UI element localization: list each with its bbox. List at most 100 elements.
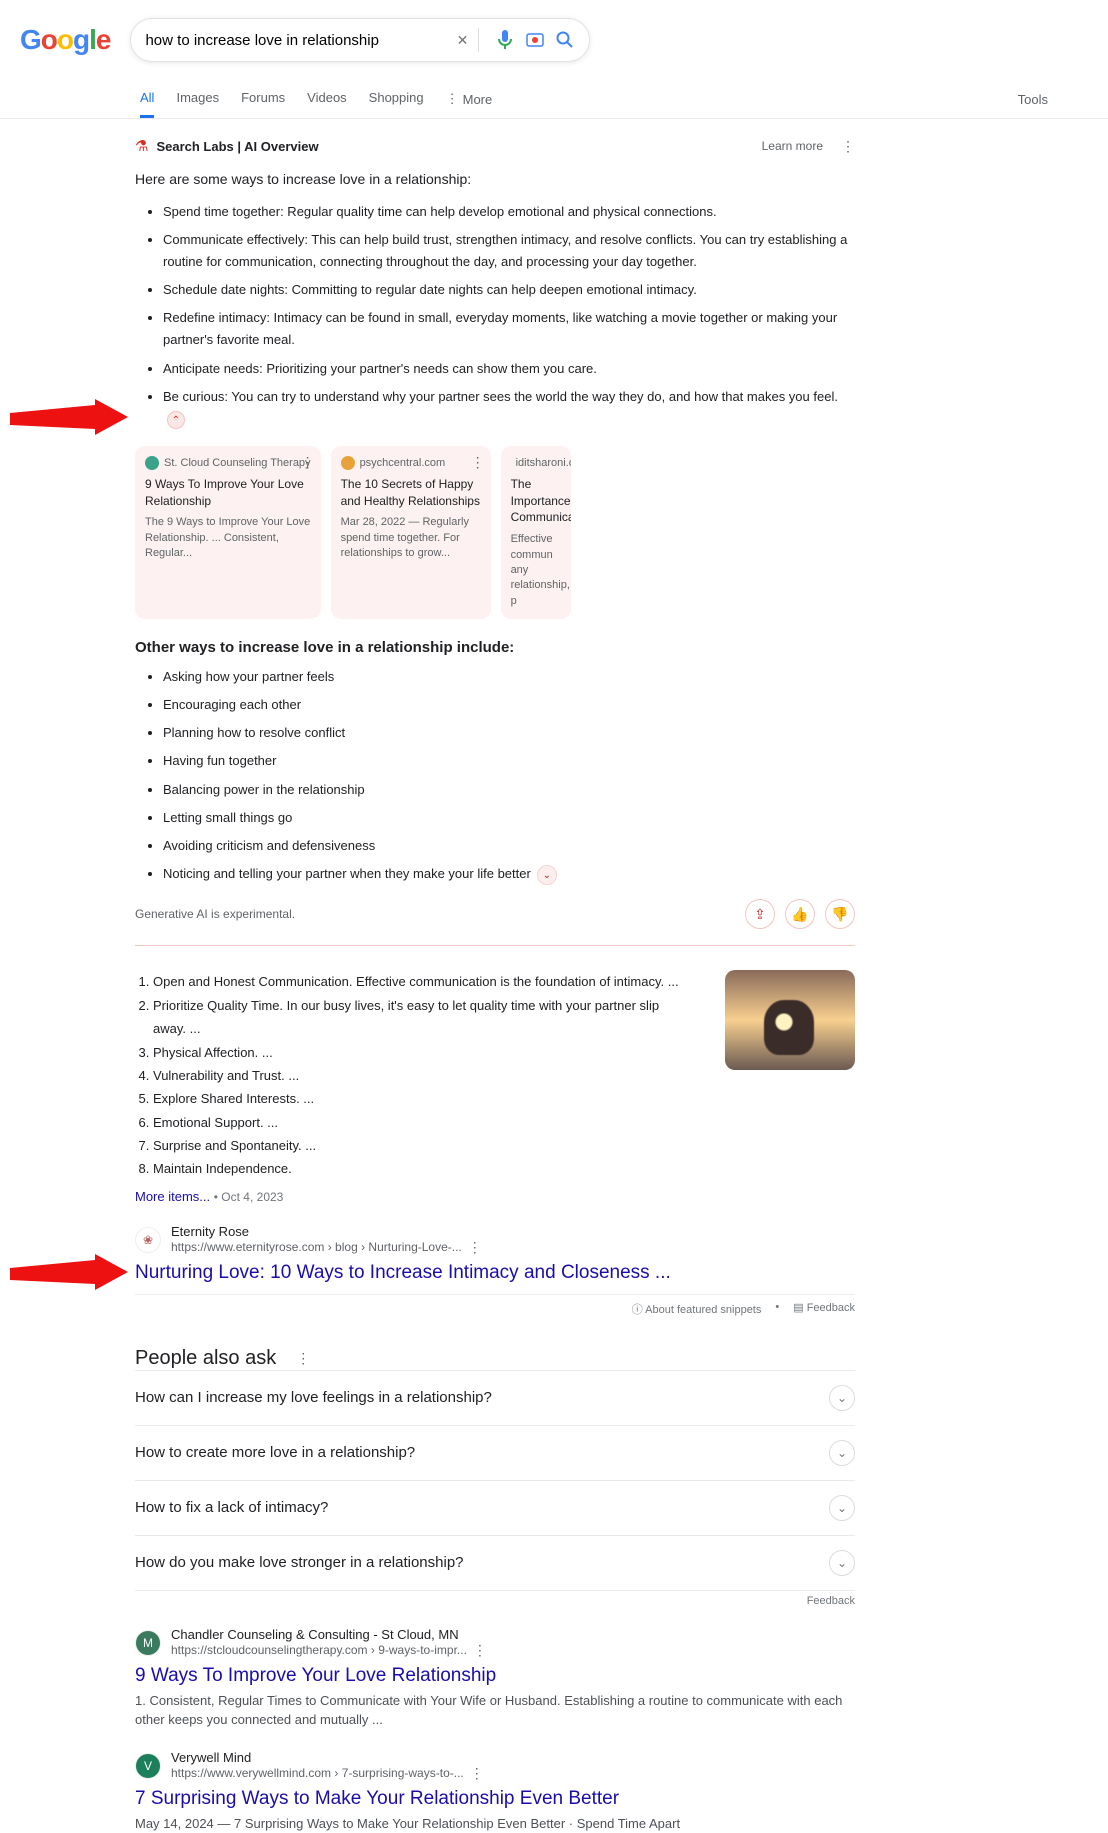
ai-intro: Here are some ways to increase love in a… xyxy=(135,171,855,187)
list-item: Prioritize Quality Time. In our busy liv… xyxy=(153,994,695,1041)
source-card[interactable]: ⋮ St. Cloud Counseling Therapy 9 Ways To… xyxy=(135,446,321,619)
ai-bullet: Communicate effectively: This can help b… xyxy=(163,229,855,273)
google-logo[interactable]: Google xyxy=(20,24,110,56)
learn-more-link[interactable]: Learn more xyxy=(762,139,823,153)
list-item: Emotional Support. ... xyxy=(153,1111,695,1134)
paa-question[interactable]: How do you make love stronger in a relat… xyxy=(135,1535,855,1591)
export-icon[interactable]: ⇪ xyxy=(745,899,775,929)
thumbs-up-icon[interactable]: 👍 xyxy=(785,899,815,929)
ai-subhead: Other ways to increase love in a relatio… xyxy=(135,639,855,656)
result-site-name: Verywell Mind xyxy=(171,1750,484,1765)
paa-feedback-link[interactable]: Feedback xyxy=(135,1595,855,1607)
featured-image[interactable] xyxy=(725,970,855,1070)
card-snippet: The 9 Ways to Improve Your Love Relation… xyxy=(145,515,311,561)
result-menu-icon[interactable]: ⋮ xyxy=(470,1765,484,1782)
feedback-link[interactable]: ▤ Feedback xyxy=(793,1301,855,1317)
source-cards: ⋮ St. Cloud Counseling Therapy 9 Ways To… xyxy=(135,446,855,619)
annotation-arrow xyxy=(0,1250,130,1300)
ai-bullet-list: Spend time together: Regular quality tim… xyxy=(135,201,855,430)
list-item: Vulnerability and Trust. ... xyxy=(153,1064,695,1087)
result-title-link[interactable]: 7 Surprising Ways to Make Your Relations… xyxy=(135,1788,855,1810)
search-box[interactable]: ✕ xyxy=(130,18,590,62)
ai-overview-label: Search Labs | AI Overview xyxy=(156,139,318,154)
tab-images[interactable]: Images xyxy=(176,80,219,118)
tab-shopping[interactable]: Shopping xyxy=(369,80,424,118)
result-url: https://www.verywellmind.com › 7-surpris… xyxy=(171,1766,464,1780)
paa-question[interactable]: How to create more love in a relationshi… xyxy=(135,1425,855,1480)
result-url: https://stcloudcounselingtherapy.com › 9… xyxy=(171,1643,467,1657)
more-items-link[interactable]: More items... xyxy=(135,1189,210,1204)
tools-button[interactable]: Tools xyxy=(1018,82,1048,117)
paa-question[interactable]: How to fix a lack of intimacy?⌄ xyxy=(135,1480,855,1535)
tab-more[interactable]: ⋮More xyxy=(446,80,493,118)
card-menu-icon[interactable]: ⋮ xyxy=(301,454,315,471)
mic-icon[interactable] xyxy=(495,30,515,50)
result-menu-icon[interactable]: ⋮ xyxy=(468,1239,482,1256)
tab-all[interactable]: All xyxy=(140,80,154,118)
card-title: The 10 Secrets of Happy and Healthy Rela… xyxy=(341,476,481,510)
chevron-down-icon: ⌄ xyxy=(829,1495,855,1521)
result-snippet: 1. Consistent, Regular Times to Communic… xyxy=(135,1691,855,1730)
result-favicon: V xyxy=(135,1753,161,1779)
about-snippets-link[interactable]: ⓘ About featured snippets xyxy=(632,1301,762,1317)
search-icon[interactable] xyxy=(555,30,575,50)
annotation-arrow xyxy=(0,395,130,445)
card-title: The Importance Communicati xyxy=(511,476,561,526)
paa-heading: People also ask xyxy=(135,1347,276,1370)
tab-forums[interactable]: Forums xyxy=(241,80,285,118)
result-site-name: Chandler Counseling & Consulting - St Cl… xyxy=(171,1627,487,1642)
clear-icon[interactable]: ✕ xyxy=(452,30,472,50)
list-item: Surprise and Spontaneity. ... xyxy=(153,1134,695,1157)
source-favicon xyxy=(341,456,355,470)
flask-icon: ⚗ xyxy=(135,137,148,155)
result-favicon: M xyxy=(135,1630,161,1656)
expand-icon[interactable]: ⌄ xyxy=(537,865,557,885)
source-card[interactable]: ⋮ psychcentral.com The 10 Secrets of Hap… xyxy=(331,446,491,619)
result-title-link[interactable]: 9 Ways To Improve Your Love Relationship xyxy=(135,1665,855,1687)
ai-bullet: Noticing and telling your partner when t… xyxy=(163,863,855,886)
ai-disclaimer: Generative AI is experimental. xyxy=(135,907,295,921)
search-input[interactable] xyxy=(145,32,442,49)
thumbs-down-icon[interactable]: 👎 xyxy=(825,899,855,929)
card-menu-icon[interactable]: ⋮ xyxy=(471,454,485,471)
featured-list: Open and Honest Communication. Effective… xyxy=(135,970,695,1181)
collapse-icon[interactable]: ⌃ xyxy=(167,411,185,429)
ai-menu-icon[interactable]: ⋮ xyxy=(841,138,855,155)
ai-bullet: Schedule date nights: Committing to regu… xyxy=(163,279,855,301)
chevron-down-icon: ⌄ xyxy=(829,1440,855,1466)
ai-bullet: Avoiding criticism and defensiveness xyxy=(163,835,855,857)
tab-videos[interactable]: Videos xyxy=(307,80,347,118)
result-snippet: May 14, 2024 — 7 Surprising Ways to Make… xyxy=(135,1814,855,1833)
ai-bullet: Anticipate needs: Prioritizing your part… xyxy=(163,358,855,380)
ai-bullet-list-2: Asking how your partner feels Encouragin… xyxy=(135,666,855,885)
paa-question[interactable]: How can I increase my love feelings in a… xyxy=(135,1370,855,1425)
card-snippet: Effective commun any relationship, p xyxy=(511,532,561,609)
list-item: Maintain Independence. xyxy=(153,1157,695,1180)
ai-bullet: Asking how your partner feels xyxy=(163,666,855,688)
featured-date: Oct 4, 2023 xyxy=(221,1190,283,1204)
ai-bullet: Be curious: You can try to understand wh… xyxy=(163,386,855,430)
ai-bullet: Redefine intimacy: Intimacy can be found… xyxy=(163,307,855,351)
list-item: Physical Affection. ... xyxy=(153,1041,695,1064)
ai-bullet: Balancing power in the relationship xyxy=(163,779,855,801)
card-title: 9 Ways To Improve Your Love Relationship xyxy=(145,476,311,510)
ai-bullet: Encouraging each other xyxy=(163,694,855,716)
result-favicon: ❀ xyxy=(135,1227,161,1253)
ai-bullet: Letting small things go xyxy=(163,807,855,829)
chevron-down-icon: ⌄ xyxy=(829,1550,855,1576)
ai-bullet: Spend time together: Regular quality tim… xyxy=(163,201,855,223)
ai-bullet: Planning how to resolve conflict xyxy=(163,722,855,744)
result-site-name: Eternity Rose xyxy=(171,1224,482,1239)
lens-icon[interactable] xyxy=(525,30,545,50)
ai-bullet: Having fun together xyxy=(163,750,855,772)
source-favicon xyxy=(145,456,159,470)
chevron-down-icon: ⌄ xyxy=(829,1385,855,1411)
source-card[interactable]: iditsharoni.co The Importance Communicat… xyxy=(501,446,571,619)
result-title-link[interactable]: Nurturing Love: 10 Ways to Increase Inti… xyxy=(135,1262,855,1284)
result-url: https://www.eternityrose.com › blog › Nu… xyxy=(171,1240,462,1254)
list-item: Open and Honest Communication. Effective… xyxy=(153,970,695,993)
paa-menu-icon[interactable]: ⋮ xyxy=(296,1350,310,1367)
divider xyxy=(478,28,479,52)
result-menu-icon[interactable]: ⋮ xyxy=(473,1642,487,1659)
card-snippet: Mar 28, 2022 — Regularly spend time toge… xyxy=(341,515,481,561)
